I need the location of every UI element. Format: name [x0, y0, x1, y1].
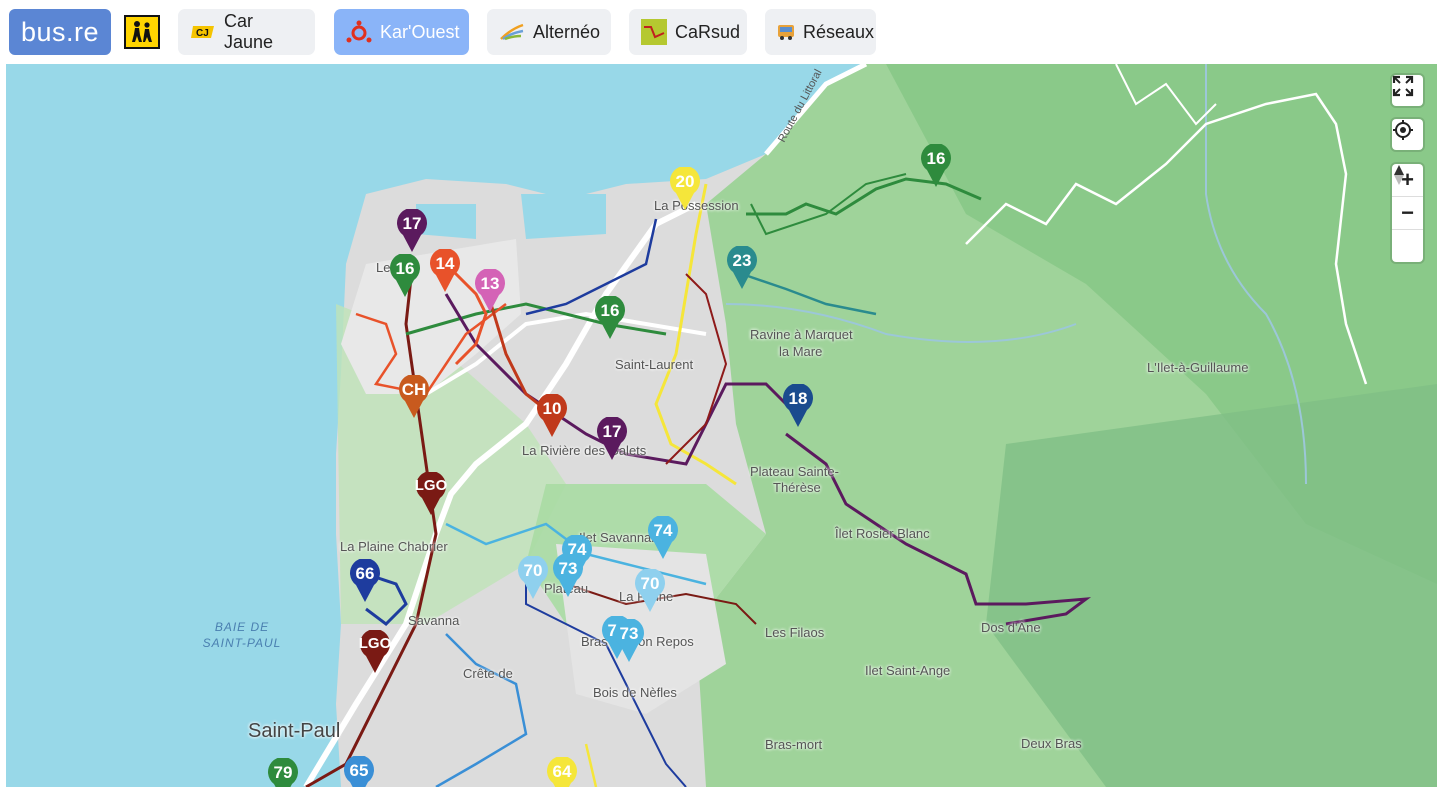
route-marker[interactable]: LGO — [354, 630, 396, 674]
bay-label: BAIE DE SAINT-PAUL — [198, 619, 286, 651]
bus-icon — [777, 23, 795, 41]
route-marker[interactable]: 70 — [516, 556, 550, 600]
place-label: Plateau Sainte- — [750, 464, 839, 479]
route-marker[interactable]: 16 — [919, 144, 953, 188]
route-marker[interactable]: 73 — [612, 619, 646, 663]
place-label: Les Filaos — [765, 625, 825, 640]
route-marker-label: 16 — [395, 259, 415, 278]
svg-text:CJ: CJ — [196, 28, 209, 39]
karouest-logo-icon — [346, 19, 372, 45]
route-marker[interactable]: LGO — [410, 472, 452, 516]
map-canvas[interactable]: Route du Littoral La Possession Le Saint… — [6, 64, 1437, 787]
school-bus-icon[interactable] — [124, 15, 160, 49]
route-marker-label: 18 — [788, 389, 808, 408]
zoom-controls: + − — [1392, 164, 1423, 262]
route-marker-label: 23 — [732, 251, 752, 270]
route-marker-label: 13 — [480, 274, 500, 293]
top-navigation-bar: bus.re CJ Car Jaune Kar'Ouest Alternéo C… — [0, 0, 1443, 64]
tab-label: CaRsud — [675, 21, 741, 42]
route-marker-label: 70 — [523, 561, 543, 580]
locate-button[interactable] — [1392, 119, 1423, 150]
place-label: Ravine à Marquet — [750, 327, 853, 342]
route-marker-label: 73 — [619, 624, 639, 643]
route-marker-label: 65 — [349, 761, 369, 780]
route-marker-label: LGO — [358, 635, 392, 652]
place-label: Bras-mort — [765, 737, 823, 752]
port-basin — [521, 194, 606, 239]
route-marker-label: 16 — [926, 149, 946, 168]
route-marker[interactable]: 16 — [593, 296, 627, 340]
bay-label-line: SAINT-PAUL — [202, 636, 282, 650]
route-marker[interactable]: 20 — [668, 167, 702, 211]
route-marker-label: 14 — [435, 254, 455, 273]
place-label: Deux Bras — [1021, 736, 1082, 751]
tab-label: Car Jaune — [224, 11, 274, 52]
tab-alterneo[interactable]: Alternéo — [487, 9, 611, 55]
tab-karouest[interactable]: Kar'Ouest — [334, 9, 469, 55]
map-base-layer — [303, 64, 1437, 787]
route-marker-label: 17 — [602, 422, 622, 441]
route-marker[interactable]: 73 — [551, 554, 585, 598]
place-label: Savanna — [408, 613, 460, 628]
route-marker-label: CH — [401, 380, 427, 399]
route-marker-label: 64 — [552, 762, 572, 781]
route-marker-label: LGO — [414, 477, 448, 494]
fullscreen-button[interactable] — [1392, 75, 1423, 106]
tab-carsud[interactable]: CaRsud — [629, 9, 747, 55]
route-marker-label: 70 — [640, 574, 660, 593]
route-marker[interactable]: 18 — [781, 384, 815, 428]
place-label: L'Ilet-à-Guillaume — [1147, 360, 1249, 375]
fullscreen-icon — [1392, 75, 1414, 97]
place-label: Bois de Nèfles — [593, 685, 677, 700]
route-marker-label: 73 — [558, 559, 578, 578]
route-marker[interactable]: 64 — [545, 757, 579, 787]
route-marker[interactable]: 70 — [633, 569, 667, 613]
zoom-out-button[interactable]: − — [1392, 197, 1423, 230]
tab-reseaux[interactable]: Réseaux — [765, 9, 876, 55]
alterneo-logo-icon — [499, 23, 525, 41]
route-marker-label: 79 — [273, 763, 293, 782]
route-marker-label: 17 — [402, 214, 422, 233]
carsud-logo-icon — [641, 19, 667, 45]
place-label: Thérèse — [773, 480, 821, 495]
busre-logo[interactable]: bus.re — [9, 9, 111, 55]
car-jaune-logo-icon: CJ — [190, 24, 216, 40]
place-label: la Mare — [779, 344, 823, 359]
route-marker-label: 16 — [600, 301, 620, 320]
route-marker[interactable]: 66 — [348, 559, 382, 603]
route-marker-label: 20 — [675, 172, 695, 191]
tab-label: Réseaux — [803, 21, 875, 42]
place-label: La Plaine Chabrier — [340, 539, 448, 554]
route-marker[interactable]: 74 — [646, 516, 680, 560]
place-label: Ilet Saint-Ange — [865, 663, 951, 678]
route-marker[interactable]: 17 — [595, 417, 629, 461]
route-marker[interactable]: 16 — [388, 254, 422, 298]
route-marker[interactable]: 79 — [266, 758, 300, 787]
route-marker[interactable]: 23 — [725, 246, 759, 290]
tab-label: Alternéo — [533, 21, 601, 42]
tab-label: Kar'Ouest — [380, 21, 460, 42]
place-label: Dos d'Âne — [981, 620, 1041, 635]
route-marker[interactable]: CH — [397, 375, 431, 419]
place-label: Îlet Rosier Blanc — [835, 526, 930, 541]
route-marker[interactable]: 10 — [535, 394, 569, 438]
route-marker-label: 66 — [355, 564, 375, 583]
place-label: Crête de — [463, 666, 513, 681]
route-marker[interactable]: 13 — [473, 269, 507, 313]
place-label: Saint-Laurent — [615, 357, 694, 372]
route-marker[interactable]: 14 — [428, 249, 462, 293]
route-marker-label: 74 — [653, 521, 673, 540]
bay-label-line: BAIE DE — [214, 620, 270, 634]
route-marker[interactable]: 17 — [395, 209, 429, 253]
route-marker-label: 10 — [542, 399, 562, 418]
town-label: Saint-Paul — [248, 720, 341, 742]
compass-icon — [1394, 165, 1404, 185]
compass-button[interactable] — [1392, 165, 1423, 262]
route-marker[interactable]: 65 — [342, 756, 376, 787]
tab-car-jaune[interactable]: CJ Car Jaune — [178, 9, 315, 55]
locate-icon — [1393, 120, 1413, 140]
